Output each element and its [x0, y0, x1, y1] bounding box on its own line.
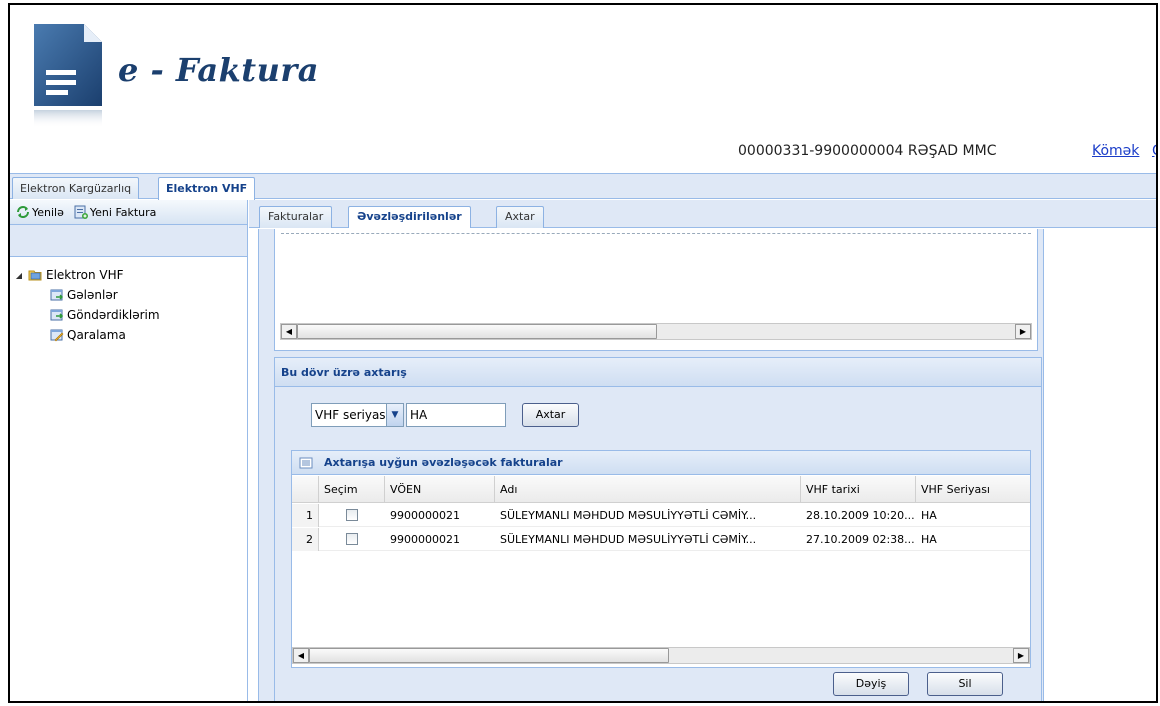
results-grid-title: Axtarışa uyğun əvəzləşəcək fakturalar [292, 451, 1030, 475]
cell-adi: SÜLEYMANLI MƏHDUD MƏSULİYYƏTLİ CƏMİY... [500, 533, 757, 546]
column-header-secim[interactable]: Seçim [319, 476, 385, 503]
logo-text: e - Faktura [118, 51, 319, 89]
search-field-select-value: VHF seriyası [315, 408, 389, 422]
left-panel: Yenilə Yeni Faktura ◢ Elektron VHF Gələn… [10, 200, 248, 701]
tab-elektron-vhf[interactable]: Elektron VHF [158, 177, 256, 200]
grid-divider [281, 233, 1031, 234]
upper-grid-panel: ◀ ▶ [274, 229, 1038, 351]
new-invoice-icon [74, 205, 88, 219]
tab-evezlesdirilenler[interactable]: Əvəzləşdirilənlər [348, 206, 471, 228]
tree-root-label: Elektron VHF [46, 268, 124, 282]
user-info: 00000331-9900000004 RƏŞAD MMC [738, 143, 997, 159]
column-header-vhf-seriyasi[interactable]: VHF Seriyası [916, 476, 1032, 503]
change-button[interactable]: Dəyiş [833, 672, 909, 696]
grid-icon [299, 457, 313, 468]
row-checkbox-cell [341, 528, 371, 551]
search-row: VHF seriyası ▼ Axtar [311, 403, 579, 427]
tab-fakturalar[interactable]: Fakturalar [259, 206, 333, 228]
cell-vhf-seriyasi: HA [921, 509, 937, 522]
left-toolbar: Yenilə Yeni Faktura [10, 200, 247, 225]
tab-elektron-karguzarliq[interactable]: Elektron Kargüzarlıq [12, 177, 140, 199]
upper-horizontal-scrollbar[interactable]: ◀ ▶ [280, 323, 1032, 340]
table-row[interactable]: 2 9900000021 SÜLEYMANLI MƏHDUD MƏSULİYYƏ… [292, 528, 1030, 551]
column-header-adi[interactable]: Adı [495, 476, 801, 503]
app-window: e - Faktura 00000331-9900000004 RƏŞAD MM… [8, 3, 1158, 703]
help-link[interactable]: Kömək [1092, 143, 1139, 159]
row-number-header [292, 476, 319, 503]
tree-node-gonderdiklerim[interactable]: Göndərdiklərim [14, 305, 243, 325]
row-checkbox-cell [341, 504, 371, 527]
results-grid-title-text: Axtarışa uyğun əvəzləşəcək fakturalar [324, 456, 563, 469]
cell-vhf-tarixi: 27.10.2009 02:38... [806, 533, 915, 546]
incoming-icon [50, 289, 63, 301]
logout-link[interactable]: Ç [1152, 143, 1156, 159]
grid-header: Seçim VÖEN Adı VHF tarixi VHF Seriyası [292, 476, 1030, 503]
table-row[interactable]: 1 9900000021 SÜLEYMANLI MƏHDUD MƏSULİYYƏ… [292, 504, 1030, 527]
column-header-vhf-tarixi[interactable]: VHF tarixi [801, 476, 916, 503]
tree-node-elektron-vhf[interactable]: ◢ Elektron VHF [14, 265, 243, 285]
scroll-right-arrow-icon[interactable]: ▶ [1013, 648, 1029, 663]
tree: ◢ Elektron VHF Gələnlər Göndərdiklərim Q… [10, 257, 247, 353]
new-invoice-button[interactable]: Yeni Faktura [74, 205, 157, 219]
scroll-right-arrow-icon[interactable]: ▶ [1015, 324, 1031, 339]
delete-button[interactable]: Sil [927, 672, 1003, 696]
column-header-voen[interactable]: VÖEN [385, 476, 495, 503]
draft-icon [50, 329, 64, 342]
cell-adi: SÜLEYMANLI MƏHDUD MƏSULİYYƏTLİ CƏMİY... [500, 509, 757, 522]
tree-item-label: Göndərdiklərim [67, 308, 160, 322]
document-logo-icon [34, 24, 102, 128]
content-column: ◀ ▶ Bu dövr üzrə axtarış VHF seriyası ▼ … [258, 229, 1044, 701]
cell-voen: 9900000021 [390, 509, 460, 522]
tree-item-label: Gələnlər [67, 288, 118, 302]
left-panel-header [10, 225, 247, 257]
folder-icon [28, 270, 42, 281]
chevron-down-icon[interactable]: ▼ [386, 404, 403, 426]
cell-voen: 9900000021 [390, 533, 460, 546]
tab-axtar[interactable]: Axtar [496, 206, 544, 228]
new-invoice-label: Yeni Faktura [89, 205, 157, 219]
row-number: 2 [292, 528, 319, 551]
refresh-button[interactable]: Yenilə [16, 205, 64, 219]
results-grid: Axtarışa uyğun əvəzləşəcək fakturalar Se… [291, 450, 1031, 668]
refresh-label: Yenilə [32, 205, 64, 219]
tree-node-qaralama[interactable]: Qaralama [14, 325, 243, 345]
scroll-thumb[interactable] [297, 324, 657, 339]
sub-tab-strip: Fakturalar Əvəzləşdirilənlər Axtar [249, 200, 1156, 228]
tree-item-label: Qaralama [67, 328, 126, 342]
header: e - Faktura 00000331-9900000004 RƏŞAD MM… [10, 5, 1156, 173]
row-number: 1 [292, 504, 319, 527]
search-panel: Bu dövr üzrə axtarış VHF seriyası ▼ Axta… [274, 357, 1042, 701]
scroll-left-arrow-icon[interactable]: ◀ [281, 324, 297, 339]
scroll-left-arrow-icon[interactable]: ◀ [293, 648, 309, 663]
tree-expand-icon[interactable]: ◢ [14, 271, 24, 280]
search-input[interactable] [406, 403, 506, 427]
row-checkbox[interactable] [346, 533, 358, 545]
refresh-icon [17, 206, 29, 218]
scroll-thumb[interactable] [309, 648, 669, 663]
search-panel-title: Bu dövr üzrə axtarış [275, 358, 1041, 387]
main-area: Fakturalar Əvəzləşdirilənlər Axtar ◀ ▶ B… [249, 200, 1156, 701]
cell-vhf-tarixi: 28.10.2009 10:20... [806, 509, 915, 522]
cell-vhf-seriyasi: HA [921, 533, 937, 546]
row-checkbox[interactable] [346, 509, 358, 521]
tree-node-gelenler[interactable]: Gələnlər [14, 285, 243, 305]
search-field-select[interactable]: VHF seriyası ▼ [311, 403, 404, 427]
search-button[interactable]: Axtar [522, 403, 579, 427]
outgoing-icon [50, 309, 64, 321]
top-tab-strip: Elektron Kargüzarlıq Elektron VHF [10, 173, 1156, 200]
results-horizontal-scrollbar[interactable]: ◀ ▶ [292, 647, 1030, 664]
